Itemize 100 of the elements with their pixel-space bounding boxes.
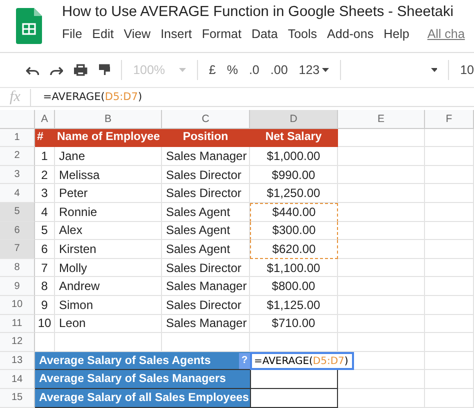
menu-item[interactable]: Format [202,27,242,41]
empty-cell [425,333,474,352]
decrease-decimals-button[interactable]: .0 [248,63,260,77]
print-icon[interactable] [74,63,88,77]
table-cell: $1,100.00 [250,258,338,278]
summary-label: Average Salary of Sales Managers [35,370,250,389]
row-number[interactable]: 15 [0,388,35,408]
menu-item[interactable]: View [124,27,151,41]
table-cell: 7 [35,258,55,278]
menu-item[interactable]: Tools [288,27,318,41]
table-cell: Jane [55,147,162,166]
table-cell: $440.00 [250,202,338,222]
spreadsheet-logo-icon [16,8,42,44]
table-cell: $1,125.00 [250,296,338,315]
table-cell: Leon [55,314,162,334]
table-cell: Sales Manager [162,277,250,296]
input-cell[interactable] [250,370,338,389]
table-cell: 1 [35,147,55,166]
column-header[interactable]: D [250,110,338,129]
number-format-dropdown[interactable]: 123 [298,63,329,77]
table-cell: Peter [55,184,162,203]
row-number[interactable]: 11 [0,314,35,334]
table-cell: $1,250.00 [250,184,338,203]
row-number[interactable]: 7 [0,240,35,259]
empty-cell [425,258,474,278]
paint-roller-icon[interactable] [98,63,110,77]
empty-cell [425,184,474,203]
empty-cell [425,147,474,166]
menu-item[interactable]: Data [251,27,278,41]
row-number[interactable]: 2 [0,147,35,166]
table-cell: 6 [35,240,55,259]
row-number[interactable]: 5 [0,202,35,222]
table-cell: Simon [55,296,162,315]
row-number[interactable]: 12 [0,333,35,352]
table-cell: 5 [35,222,55,240]
table-cell: Sales Manager [162,147,250,166]
menu-item[interactable]: Edit [92,27,114,41]
table-cell: $990.00 [250,166,338,184]
table-cell: 4 [35,202,55,222]
column-header[interactable]: F [425,110,474,129]
increase-decimals-button[interactable]: .00 [270,63,288,77]
caret-icon[interactable] [431,68,438,72]
font-size-field[interactable]: 10 [460,63,474,77]
column-header[interactable]: B [55,110,162,129]
percent-button[interactable]: % [226,63,238,77]
menu-item[interactable]: File [62,27,82,41]
table-cell: Sales Agent [162,222,250,240]
table-cell: 8 [35,277,55,296]
column-header[interactable]: E [338,110,425,129]
table-cell: $620.00 [250,240,338,259]
table-cell: Sales Manager [162,314,250,334]
row-number[interactable]: 10 [0,296,35,315]
summary-label: Average Salary of all Sales Employees [35,388,250,408]
empty-cell [425,296,474,315]
empty-cell [425,314,474,334]
input-cell[interactable] [250,388,338,408]
edit-history-link[interactable]: All cha [427,27,465,41]
table-cell: Sales Director [162,296,250,315]
cell-editor[interactable]: =AVERAGE(D5:D7) [250,352,354,370]
empty-cell [425,240,474,259]
row-number[interactable]: 6 [0,222,35,240]
table-cell: Alex [55,222,162,240]
table-cell: Melissa [55,166,162,184]
menu-item[interactable]: Add-ons [327,27,374,41]
menu-item[interactable]: Insert [160,27,192,41]
caret-icon [322,68,329,72]
table-cell: $1,000.00 [250,147,338,166]
table-cell: Kirsten [55,240,162,259]
table-cell: Sales Director [162,166,250,184]
header-cell: Position [162,128,250,148]
empty-cell [425,166,474,184]
table-cell: 2 [35,166,55,184]
table-cell: Ronnie [55,202,162,222]
row-number[interactable]: 3 [0,166,35,184]
menu-item[interactable]: Help [384,27,410,41]
empty-cell [425,128,474,148]
row-number[interactable]: 9 [0,277,35,296]
row-number[interactable]: 4 [0,184,35,203]
table-cell: Sales Director [162,184,250,203]
table-cell: $300.00 [250,222,338,240]
column-header[interactable]: A [35,110,55,129]
formula-text[interactable]: =AVERAGE(D5:D7) [43,91,142,103]
caret-icon [179,68,186,72]
header-cell: Net Salary [250,128,338,148]
empty-cell [425,388,474,408]
header-cell: Name of Employee [55,128,162,148]
row-number[interactable]: 1 [0,128,35,148]
table-cell: Sales Agent [162,240,250,259]
empty-cell [425,370,474,389]
currency-button[interactable]: £ [208,63,216,77]
empty-cell [425,352,474,370]
header-cell: # [35,128,55,148]
table-cell: $800.00 [250,277,338,296]
column-header[interactable]: C [162,110,250,129]
table-cell: 3 [35,184,55,203]
row-number[interactable]: 14 [0,370,35,389]
row-number[interactable]: 8 [0,258,35,278]
summary-label: Average Salary of Sales Agents ? [35,352,250,370]
row-number[interactable]: 13 [0,352,35,370]
empty-cell [425,202,474,222]
